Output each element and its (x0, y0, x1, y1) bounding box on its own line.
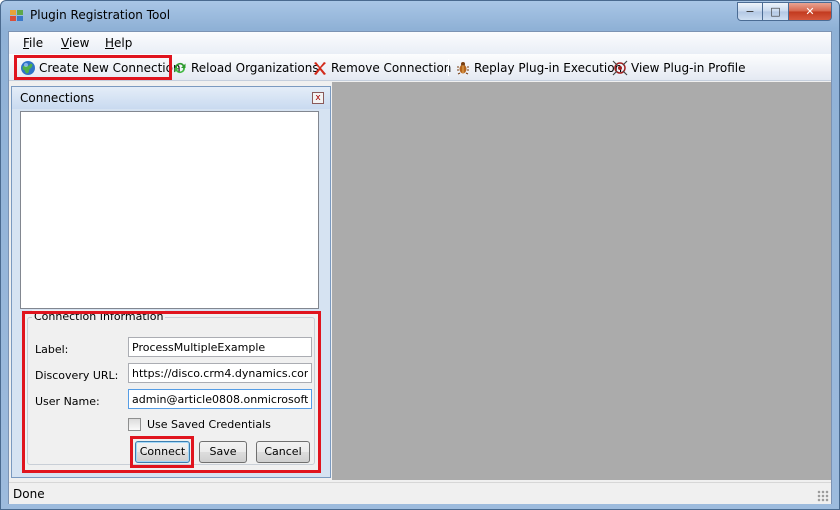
bug-icon (455, 60, 471, 76)
app-window: Plugin Registration Tool − □ ✕ File View… (0, 0, 840, 510)
profile-target-icon (612, 60, 628, 76)
app-icon (10, 10, 24, 22)
connections-panel-header: Connections x (12, 87, 330, 109)
workspace-area (332, 82, 831, 480)
replay-execution-label: Replay Plug-in Execution (474, 60, 623, 75)
menu-file-rest: ile (29, 36, 44, 50)
menu-help[interactable]: Help (105, 36, 132, 50)
remove-x-icon (312, 60, 328, 76)
view-profile-button[interactable]: View Plug-in Profile (612, 58, 745, 77)
panel-close-icon[interactable]: x (312, 92, 324, 104)
window-title: Plugin Registration Tool (30, 8, 171, 22)
highlight-create-connection (14, 55, 172, 80)
reload-organizations-button[interactable]: Reload Organizations (172, 58, 319, 77)
remove-connection-label: Remove Connection (331, 60, 452, 75)
replay-execution-button[interactable]: Replay Plug-in Execution (455, 58, 622, 77)
menu-view-rest: iew (68, 36, 90, 50)
status-bar: Done (9, 482, 831, 504)
view-profile-label: View Plug-in Profile (631, 60, 746, 75)
highlight-connect-button (130, 436, 194, 468)
menu-bar: File View Help (9, 32, 831, 54)
menu-help-mnemonic: H (105, 36, 115, 50)
maximize-button[interactable]: □ (763, 2, 789, 21)
client-area: File View Help Create New Connection Rel… (8, 31, 832, 504)
menu-file[interactable]: File (23, 36, 43, 50)
refresh-icon (172, 60, 188, 76)
reload-organizations-label: Reload Organizations (191, 60, 319, 75)
toolbar: Create New Connection Reload Organizatio… (9, 54, 831, 81)
connections-list[interactable] (20, 111, 319, 309)
title-bar[interactable]: Plugin Registration Tool − □ ✕ (1, 1, 839, 31)
menu-view-mnemonic: V (61, 36, 69, 50)
status-text: Done (13, 487, 45, 501)
resize-grip-icon[interactable] (817, 490, 829, 502)
minimize-button[interactable]: − (737, 2, 763, 21)
close-button[interactable]: ✕ (789, 2, 832, 21)
connections-panel-title: Connections (20, 91, 95, 105)
menu-view[interactable]: View (61, 36, 89, 50)
remove-connection-button[interactable]: Remove Connection (312, 58, 451, 77)
connections-panel: Connections x Connection Information Lab… (11, 86, 331, 478)
menu-help-rest: elp (114, 36, 133, 50)
toolbar-separator (448, 59, 449, 76)
window-controls: − □ ✕ (737, 2, 832, 21)
